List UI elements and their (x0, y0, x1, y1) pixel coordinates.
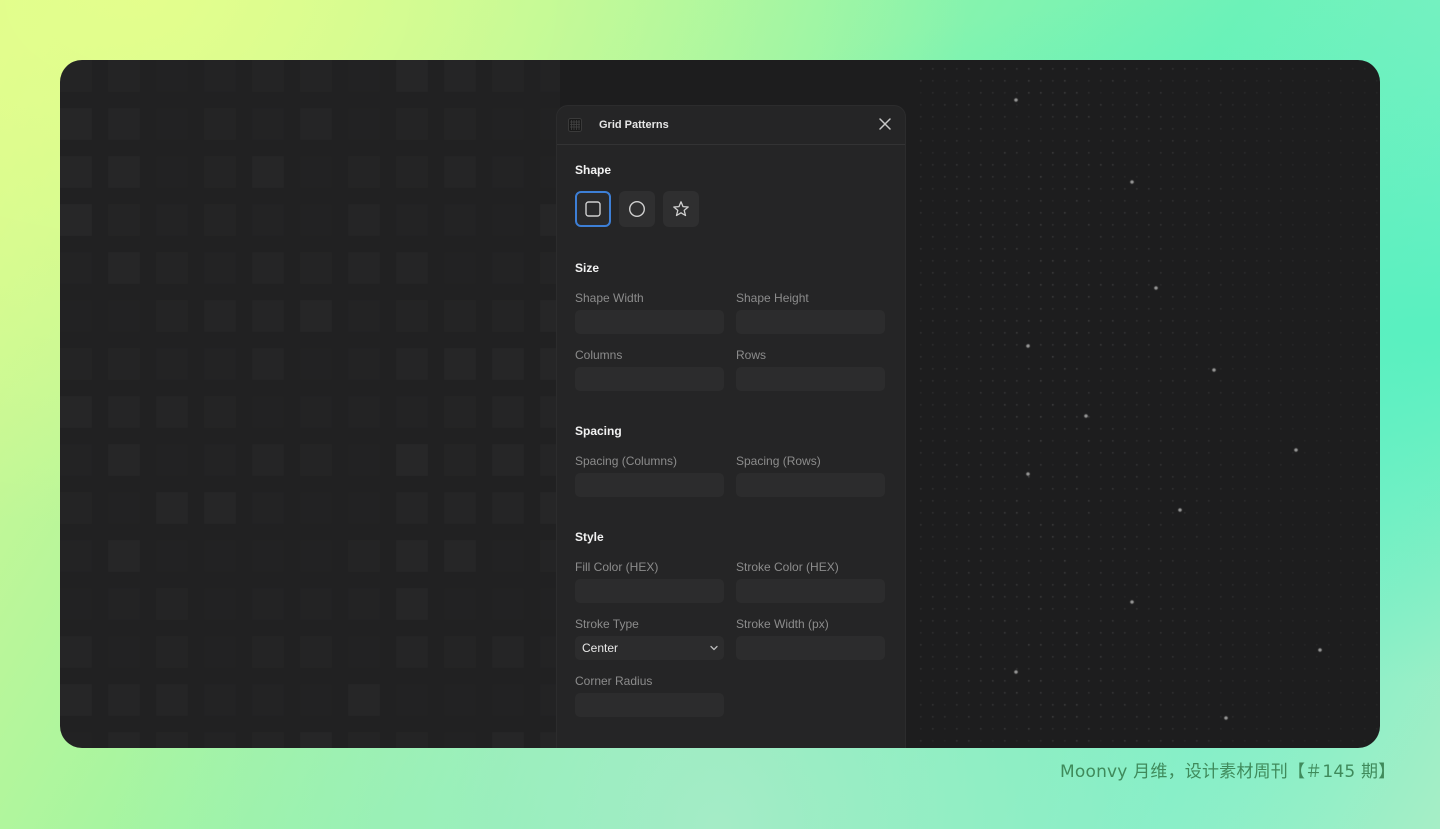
shape-circle-button[interactable] (619, 191, 655, 227)
corner-radius-label: Corner Radius (575, 674, 653, 688)
stroke-color-input[interactable] (736, 579, 885, 603)
shape-width-label: Shape Width (575, 291, 644, 305)
grid-patterns-panel: Grid Patterns Shape Size Shape Width Sha… (556, 105, 906, 748)
stroke-type-select[interactable]: Center (575, 636, 724, 660)
stroke-width-input[interactable] (736, 636, 885, 660)
fill-color-label: Fill Color (HEX) (575, 560, 659, 574)
shape-star-button[interactable] (663, 191, 699, 227)
columns-label: Columns (575, 348, 623, 362)
stroke-color-label: Stroke Color (HEX) (736, 560, 839, 574)
spacing-rows-label: Spacing (Rows) (736, 454, 821, 468)
star-icon (673, 201, 689, 217)
chevron-down-icon (710, 645, 718, 651)
close-icon[interactable] (877, 116, 893, 132)
caption-text: Moonvy 月维，设计素材周刊【＃145 期】 (1060, 762, 1396, 782)
section-title-style: Style (575, 530, 604, 544)
spacing-columns-label: Spacing (Columns) (575, 454, 678, 468)
section-title-shape: Shape (575, 163, 612, 177)
panel-header: Grid Patterns (557, 106, 905, 145)
stroke-width-label: Stroke Width (px) (736, 617, 829, 631)
spacing-fields: Spacing (Columns) Spacing (Rows) (575, 438, 887, 497)
section-title-spacing: Spacing (575, 424, 622, 438)
grid-icon (567, 117, 583, 133)
fill-color-input[interactable] (575, 579, 724, 603)
circle-icon (628, 200, 646, 218)
rows-label: Rows (736, 348, 767, 362)
app-canvas: Grid Patterns Shape Size Shape Width Sha… (60, 60, 1380, 748)
panel-title: Grid Patterns (599, 119, 669, 131)
square-grid-preview (60, 60, 560, 748)
shape-selector (575, 191, 887, 227)
section-title-size: Size (575, 261, 600, 275)
shape-width-input[interactable] (575, 310, 724, 334)
style-fields: Fill Color (HEX) Stroke Color (HEX) Stro… (575, 544, 887, 717)
spacing-columns-input[interactable] (575, 473, 724, 497)
stroke-type-label: Stroke Type (575, 617, 639, 631)
shape-square-button[interactable] (575, 191, 611, 227)
spacing-rows-input[interactable] (736, 473, 885, 497)
corner-radius-input[interactable] (575, 693, 724, 717)
square-icon (585, 201, 601, 217)
dot-grid-preview (900, 60, 1380, 748)
size-fields: Shape Width Shape Height Columns Rows (575, 275, 887, 391)
shape-height-input[interactable] (736, 310, 885, 334)
rows-input[interactable] (736, 367, 885, 391)
shape-height-label: Shape Height (736, 291, 809, 305)
columns-input[interactable] (575, 367, 724, 391)
stroke-type-value: Center (582, 641, 619, 655)
